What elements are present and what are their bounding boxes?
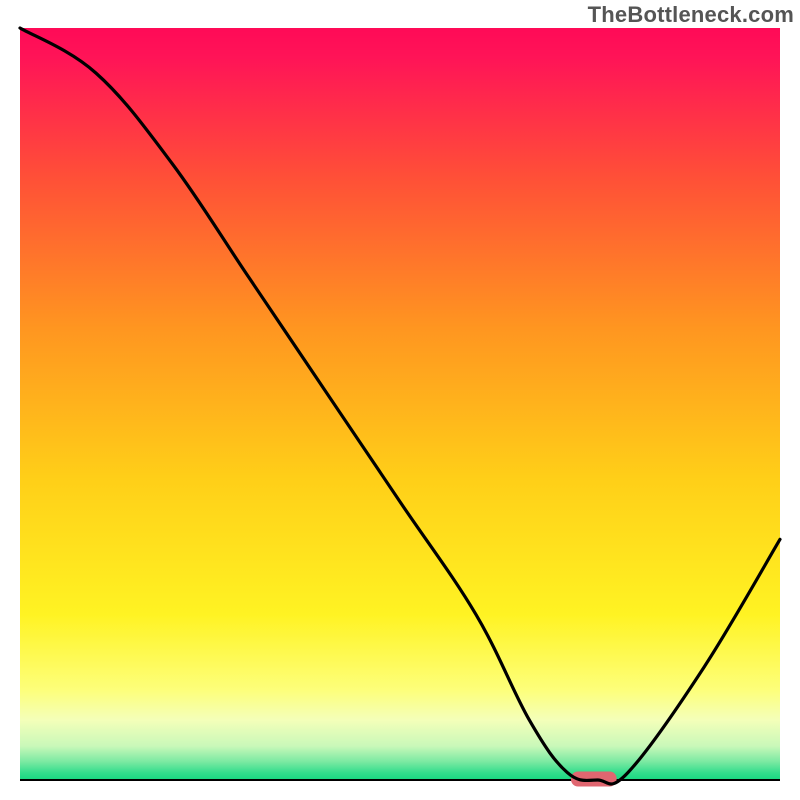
chart-container: TheBottleneck.com — [0, 0, 800, 800]
watermark-text: TheBottleneck.com — [588, 2, 794, 28]
plot-background — [20, 28, 780, 780]
chart-svg — [0, 0, 800, 800]
